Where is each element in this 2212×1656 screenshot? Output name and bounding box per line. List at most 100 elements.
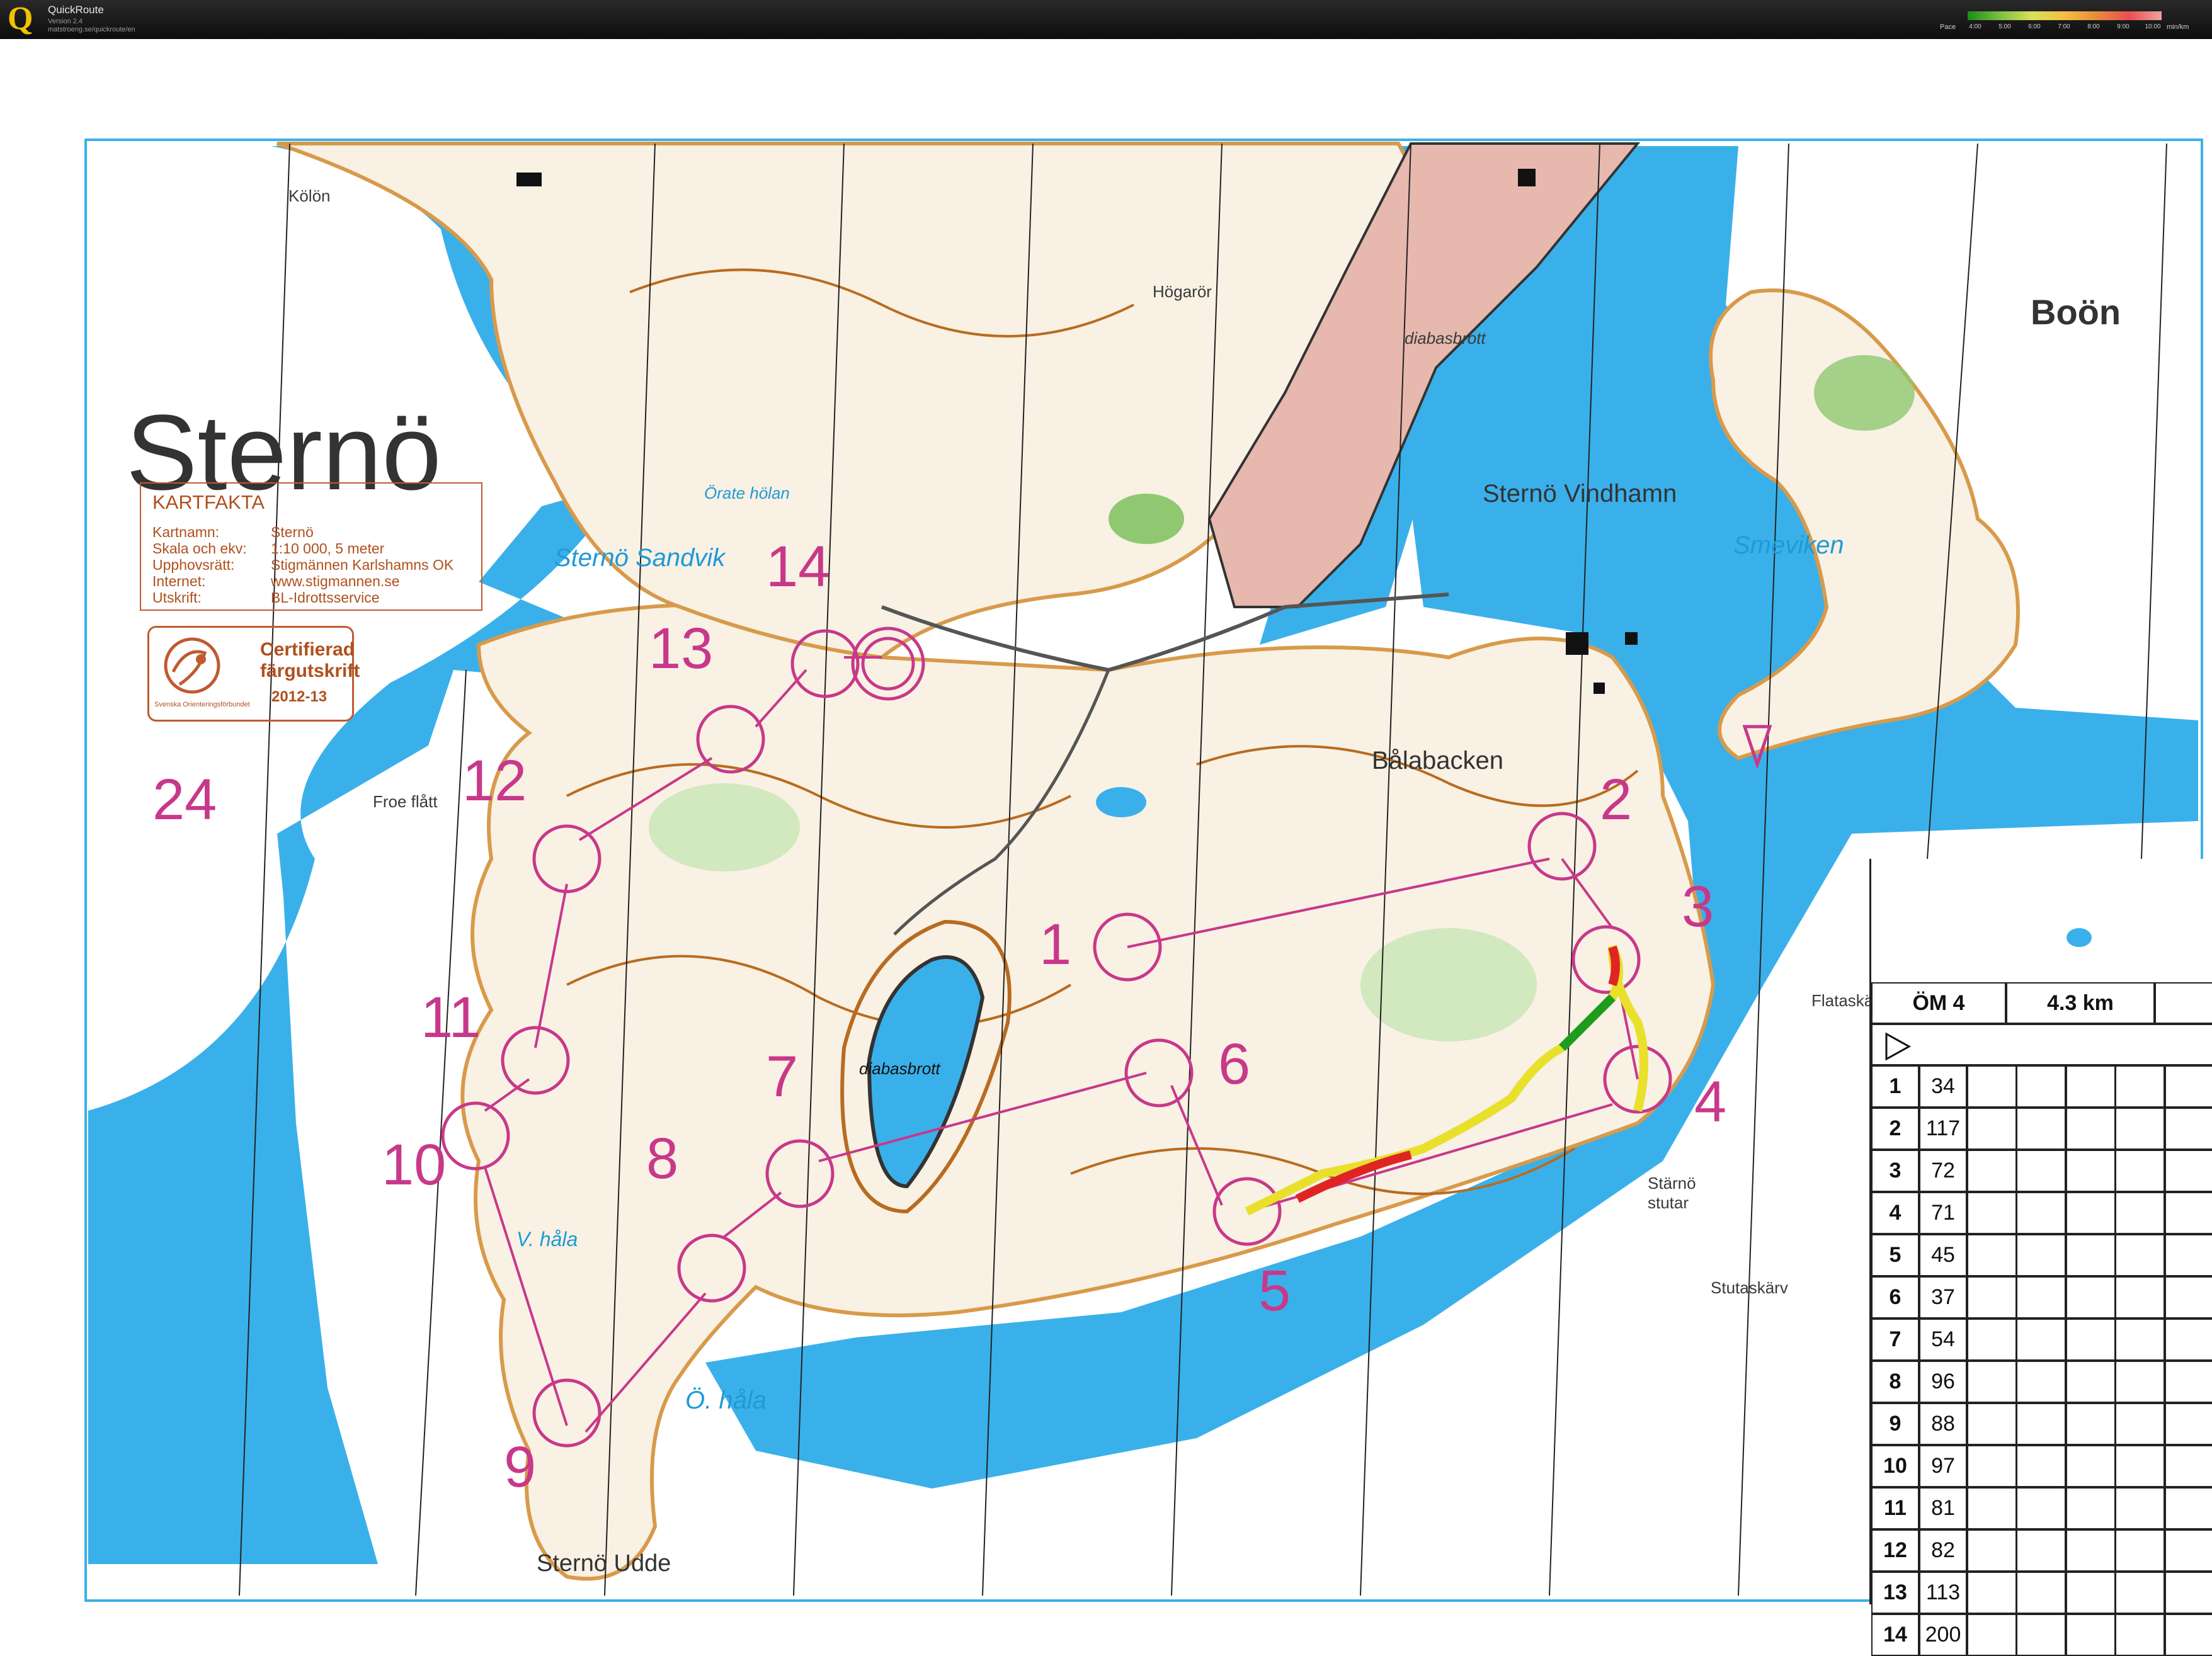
control-number-7: 7 [766, 1045, 799, 1109]
control-description-code: 97 [1919, 1445, 1967, 1487]
pace-legend-label: Pace [1940, 23, 1956, 31]
control-description-symbol [2164, 1276, 2212, 1319]
control-description-symbol [2016, 1108, 2067, 1150]
place-flataska: Flataskä [1811, 991, 1874, 1010]
app-title: QuickRoute [48, 4, 104, 16]
control-description-symbol [2115, 1234, 2165, 1276]
control-description-symbol [1967, 1234, 2017, 1276]
control-description-code: 113 [1919, 1572, 1967, 1614]
cert-org: Svenska Orienteringsförbundet [154, 701, 250, 708]
control-description-symbol [2164, 1403, 2212, 1445]
control-description-symbol [2115, 1445, 2165, 1487]
control-description-symbol [2016, 1192, 2067, 1234]
control-description-code: 200 [1919, 1614, 1967, 1656]
kartfakta-row: Internet: www.stigmannen.se [152, 573, 400, 589]
place-balabacken: Bålabacken [1372, 747, 1504, 774]
start-triangle-icon [1885, 1032, 1912, 1061]
control-description-symbol [2164, 1108, 2212, 1150]
control-number-8: 8 [646, 1126, 679, 1191]
control-description-code: 34 [1919, 1065, 1967, 1108]
control-description-symbol [2065, 1403, 2116, 1445]
control-description-symbol [2065, 1319, 2116, 1361]
place-smeviken: Smeviken [1733, 531, 1844, 559]
place-sterno-udde: Sternö Udde [537, 1550, 671, 1577]
control-description-symbol [2115, 1529, 2165, 1572]
place-o-hala: Ö. håla [685, 1387, 767, 1414]
control-description-symbol [2115, 1487, 2165, 1529]
control-description-symbol [2164, 1361, 2212, 1403]
control-description-symbol [1967, 1319, 2017, 1361]
control-description-number: 14 [1871, 1614, 1919, 1656]
course-name: ÖM 4 [1871, 982, 2006, 1024]
control-description-symbol [2065, 1445, 2116, 1487]
control-description-symbol [2065, 1614, 2116, 1656]
pace-tick: 9:00 [2117, 23, 2129, 30]
control-description-symbol [2115, 1192, 2165, 1234]
control-description-number: 11 [1871, 1487, 1919, 1529]
control-description-code: 71 [1919, 1192, 1967, 1234]
control-description-code: 37 [1919, 1276, 1967, 1319]
control-number-1: 1 [1039, 912, 1072, 977]
app-url[interactable]: matstroeng.se/quickroute/en [48, 26, 135, 33]
control-description-symbol [2016, 1065, 2067, 1108]
control-description-symbol [1967, 1108, 2017, 1150]
control-number-6: 6 [1218, 1032, 1251, 1096]
control-description-symbol [1967, 1529, 2017, 1572]
control-description-symbol [2065, 1108, 2116, 1150]
control-description-symbol [1967, 1487, 2017, 1529]
control-description-code: 54 [1919, 1319, 1967, 1361]
control-description-symbol [1967, 1192, 2017, 1234]
control-description-number: 4 [1871, 1192, 1919, 1234]
control-description-symbol [2016, 1319, 2067, 1361]
control-description-symbol [2016, 1150, 2067, 1192]
pace-tick: 8:00 [2087, 23, 2100, 30]
control-description-number: 7 [1871, 1319, 1919, 1361]
control-description-symbol [2065, 1529, 2116, 1572]
control-description-number: 9 [1871, 1403, 1919, 1445]
control-number-13: 13 [649, 616, 714, 681]
control-description-symbol [2115, 1614, 2165, 1656]
place-diabasbrott-pit: diabasbrott [859, 1059, 940, 1078]
control-description-number: 12 [1871, 1529, 1919, 1572]
control-description-symbol [2164, 1572, 2212, 1614]
control-description-symbol [2016, 1529, 2067, 1572]
control-description-symbol [2016, 1487, 2067, 1529]
control-description-symbol [1967, 1403, 2017, 1445]
kartfakta-title: KARTFAKTA [152, 491, 265, 513]
course-length: 4.3 km [2006, 982, 2155, 1024]
control-description-number: 13 [1871, 1572, 1919, 1614]
control-description-symbol [1967, 1445, 2017, 1487]
pace-tick: 5:00 [1998, 23, 2011, 30]
pace-color-scale [1968, 11, 2162, 20]
orienteering-logo-icon [164, 637, 220, 694]
control-description-symbol [2016, 1614, 2067, 1656]
control-description-symbol [2164, 1150, 2212, 1192]
control-description-symbol [2164, 1445, 2212, 1487]
kartfakta-row: Utskrift: BL-Idrottsservice [152, 589, 380, 606]
place-orate-holan: Örate hölan [704, 484, 790, 502]
place-boon: Boön [2031, 292, 2121, 332]
control-description-code: 72 [1919, 1150, 1967, 1192]
kartfakta-row: Kartnamn: Sternö [152, 524, 314, 540]
kartfakta-row: Upphovsrätt: Stigmännen Karlshamns OK [152, 557, 454, 573]
kartfakta-box: KARTFAKTA Kartnamn: Sternö Skala och ekv:… [140, 482, 482, 611]
control-description-symbol [2115, 1276, 2165, 1319]
certification-badge: Certifierad färgutskrift 2012-13 Svenska… [147, 626, 360, 722]
control-description-symbol [1967, 1150, 2017, 1192]
control-description-symbol [2016, 1276, 2067, 1319]
control-number-4: 4 [1694, 1070, 1727, 1134]
place-stutaskarv: Stutaskärv [1711, 1278, 1788, 1297]
control-description-symbol [2115, 1572, 2165, 1614]
control-description-symbol [2065, 1276, 2116, 1319]
control-description-symbol [2016, 1445, 2067, 1487]
control-description-symbol [2016, 1234, 2067, 1276]
control-description-symbol [2115, 1361, 2165, 1403]
control-number-9: 9 [504, 1435, 537, 1499]
orienteering-map[interactable]: Sternö 24 Kölön Högarör diabasbrott Boön… [0, 40, 2212, 1656]
place-starno-stutar: Stärnö stutar [1648, 1174, 1696, 1212]
control-description-symbol [2115, 1065, 2165, 1108]
control-description-symbol [2065, 1572, 2116, 1614]
place-v-hala: V. håla [516, 1228, 578, 1251]
pace-tick: 10:00 [2145, 23, 2161, 30]
control-number-11: 11 [421, 985, 481, 1050]
